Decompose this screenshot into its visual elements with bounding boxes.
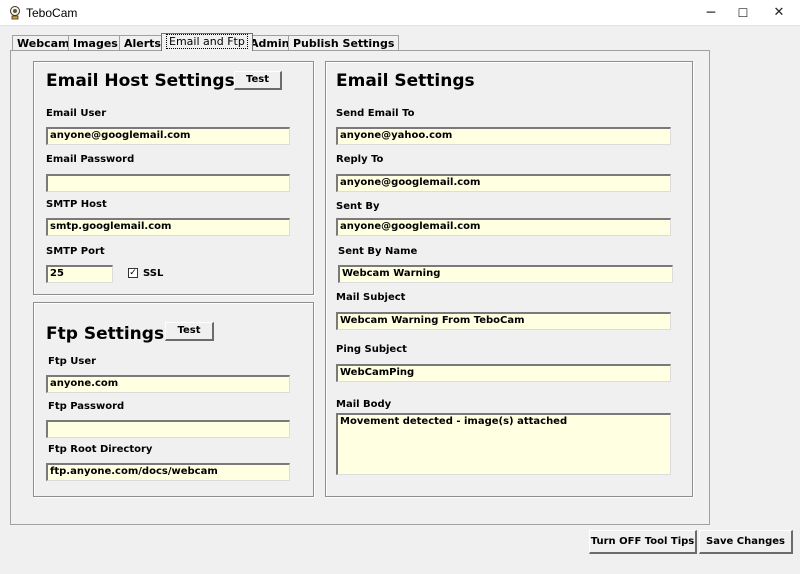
tab-label: Email and Ftp <box>166 34 248 49</box>
sent-by-field[interactable]: anyone@googlemail.com <box>336 218 671 236</box>
reply-to-field[interactable]: anyone@googlemail.com <box>336 174 671 192</box>
ftp-user-field[interactable]: anyone.com <box>46 375 290 393</box>
sent-by-label: Sent By <box>336 201 380 212</box>
turn-off-tooltips-button[interactable]: Turn OFF Tool Tips <box>589 530 697 554</box>
ftp-root-field[interactable]: ftp.anyone.com/docs/webcam <box>46 463 290 481</box>
email-host-heading: Email Host Settings <box>46 71 235 91</box>
tab-label: Webcam <box>17 37 70 50</box>
tebocam-app-icon <box>10 6 20 20</box>
tab-label: Alerts <box>124 37 161 50</box>
close-button[interactable]: ✕ <box>756 0 800 26</box>
mail-body-textarea[interactable]: Movement detected - image(s) attached <box>336 413 671 475</box>
ftp-settings-group: Ftp Settings Test Ftp User anyone.com Ft… <box>33 302 314 497</box>
smtp-host-label: SMTP Host <box>46 199 107 210</box>
email-settings-group: Email Settings Send Email To anyone@yaho… <box>325 61 693 497</box>
mail-body-label: Mail Body <box>336 399 392 410</box>
tab-images[interactable]: Images <box>68 35 123 51</box>
window-title: TeboCam <box>26 6 78 20</box>
mail-subject-field[interactable]: Webcam Warning From TeboCam <box>336 312 671 330</box>
tab-label: Publish Settings <box>293 37 395 50</box>
smtp-port-label: SMTP Port <box>46 246 105 257</box>
email-test-button[interactable]: Test <box>234 71 282 90</box>
smtp-port-field[interactable]: 25 <box>46 265 113 283</box>
send-email-to-field[interactable]: anyone@yahoo.com <box>336 127 671 145</box>
smtp-host-field[interactable]: smtp.googlemail.com <box>46 218 290 236</box>
email-password-label: Email Password <box>46 154 135 165</box>
ssl-checkbox[interactable]: ✓ <box>128 268 138 278</box>
tab-email-and-ftp[interactable]: Email and Ftp <box>161 33 253 51</box>
sent-by-name-label: Sent By Name <box>338 246 418 257</box>
ftp-password-label: Ftp Password <box>48 401 125 412</box>
save-changes-button[interactable]: Save Changes <box>699 530 793 554</box>
tab-webcam[interactable]: Webcam <box>12 35 75 51</box>
email-user-label: Email User <box>46 108 107 119</box>
ftp-password-field[interactable] <box>46 420 290 438</box>
email-password-field[interactable] <box>46 174 290 192</box>
sent-by-name-field[interactable]: Webcam Warning <box>338 265 673 283</box>
ftp-root-label: Ftp Root Directory <box>48 444 153 455</box>
email-host-settings-group: Email Host Settings Test Email User anyo… <box>33 61 314 295</box>
ftp-test-button[interactable]: Test <box>165 322 214 341</box>
ping-subject-label: Ping Subject <box>336 344 407 355</box>
ftp-heading: Ftp Settings <box>46 324 165 344</box>
ping-subject-field[interactable]: WebCamPing <box>336 364 671 382</box>
tab-label: Images <box>73 37 118 50</box>
tab-alerts[interactable]: Alerts <box>119 35 166 51</box>
reply-to-label: Reply To <box>336 154 384 165</box>
mail-subject-label: Mail Subject <box>336 292 406 303</box>
tab-label: Admin <box>250 37 290 50</box>
tab-page-email-and-ftp: Email Host Settings Test Email User anyo… <box>10 50 710 525</box>
ftp-user-label: Ftp User <box>48 356 97 367</box>
email-user-field[interactable]: anyone@googlemail.com <box>46 127 290 145</box>
ssl-label: SSL <box>143 268 164 279</box>
email-settings-heading: Email Settings <box>336 71 475 91</box>
tab-publish-settings[interactable]: Publish Settings <box>288 35 400 51</box>
send-email-to-label: Send Email To <box>336 108 415 119</box>
title-bar: TeboCam ─ ☐ ✕ <box>0 0 800 26</box>
